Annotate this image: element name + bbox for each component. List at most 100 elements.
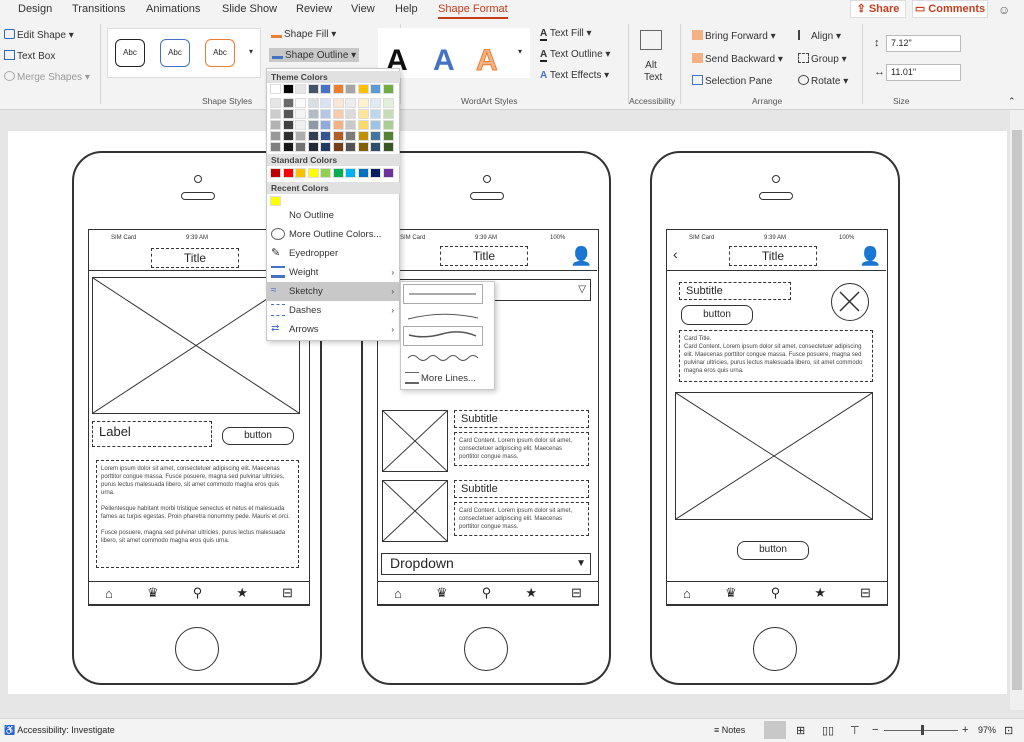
standard-color-swatch[interactable] xyxy=(282,168,294,178)
star-icon[interactable]: ★ xyxy=(814,585,826,601)
theme-color-swatch[interactable] xyxy=(345,98,356,108)
fit-to-window-icon[interactable]: ⊡ xyxy=(1004,724,1013,737)
theme-color-swatch[interactable] xyxy=(270,109,281,119)
bring-forward-button[interactable]: Bring Forward ▾ xyxy=(692,30,776,42)
close-circle-icon[interactable] xyxy=(831,283,869,321)
standard-color-swatch[interactable] xyxy=(320,168,331,178)
home-button[interactable] xyxy=(175,627,219,671)
theme-color-swatch[interactable] xyxy=(307,84,319,94)
standard-color-swatch[interactable] xyxy=(357,168,369,178)
standard-color-swatch[interactable] xyxy=(370,168,381,178)
eyedropper-item[interactable]: ✎ Eyedropper xyxy=(267,244,400,263)
shape-width-field[interactable]: 11.01" xyxy=(886,64,961,81)
normal-view-icon[interactable] xyxy=(764,721,786,739)
theme-color-swatch[interactable] xyxy=(307,142,319,152)
home-button[interactable] xyxy=(464,627,508,671)
shape-style-orange[interactable]: Abc xyxy=(205,39,235,67)
sketchy-style-straight[interactable] xyxy=(403,284,483,304)
theme-color-swatch[interactable] xyxy=(345,84,356,94)
collapse-ribbon-icon[interactable]: ⌃ xyxy=(1008,96,1016,107)
sketchy-style-curved[interactable] xyxy=(403,306,483,326)
theme-color-swatch[interactable] xyxy=(295,131,306,141)
theme-color-swatch[interactable] xyxy=(357,131,369,141)
theme-color-swatch[interactable] xyxy=(307,131,319,141)
theme-color-swatch[interactable] xyxy=(357,98,369,108)
star-icon[interactable]: ★ xyxy=(525,585,537,601)
theme-color-swatch[interactable] xyxy=(332,84,344,94)
sketch-button[interactable]: button xyxy=(681,305,753,325)
theme-color-swatch[interactable] xyxy=(282,120,294,130)
theme-color-swatch[interactable] xyxy=(307,109,319,119)
theme-color-swatch[interactable] xyxy=(270,142,281,152)
theme-color-swatch[interactable] xyxy=(295,109,306,119)
standard-color-swatch[interactable] xyxy=(382,168,394,178)
theme-color-swatch[interactable] xyxy=(382,98,394,108)
more-outline-colors-item[interactable]: More Outline Colors... xyxy=(267,225,400,244)
wordart-blue[interactable]: A xyxy=(433,44,455,78)
text-outline-button[interactable]: A Text Outline ▾ xyxy=(540,49,610,62)
wordart-more-icon[interactable]: ▾ xyxy=(518,47,522,56)
tab-transitions[interactable]: Transitions xyxy=(72,3,125,15)
alt-text-icon[interactable] xyxy=(640,30,662,50)
theme-color-swatch[interactable] xyxy=(282,109,294,119)
tab-help[interactable]: Help xyxy=(395,3,418,15)
notes-button[interactable]: ≡ Notes xyxy=(714,725,745,735)
theme-color-swatch[interactable] xyxy=(282,131,294,141)
home-button[interactable] xyxy=(753,627,797,671)
bottom-button[interactable]: button xyxy=(737,541,809,560)
theme-color-swatch[interactable] xyxy=(332,109,344,119)
no-outline-item[interactable]: No Outline xyxy=(267,206,400,225)
user-avatar-icon[interactable]: 👤 xyxy=(859,247,881,265)
shape-fill-button[interactable]: Shape Fill ▾ xyxy=(271,28,336,40)
tab-slide-show[interactable]: Slide Show xyxy=(222,3,277,15)
basket-icon[interactable]: ⊟ xyxy=(860,585,871,601)
theme-color-swatch[interactable] xyxy=(370,120,381,130)
selection-pane-button[interactable]: Selection Pane xyxy=(692,75,772,87)
shape-outline-button[interactable]: Shape Outline ▾ xyxy=(269,48,360,62)
search-icon[interactable]: ⚲ xyxy=(482,585,492,601)
vertical-scrollbar[interactable] xyxy=(1010,110,1024,710)
theme-color-swatch[interactable] xyxy=(320,84,331,94)
zoom-level[interactable]: 97% xyxy=(978,725,996,735)
wordart-orange[interactable]: A xyxy=(476,44,499,78)
rotate-button[interactable]: Rotate ▾ xyxy=(798,75,848,87)
theme-color-swatch[interactable] xyxy=(295,142,306,152)
feedback-smiley-icon[interactable]: ☺ xyxy=(998,3,1010,17)
home-icon[interactable]: ⌂ xyxy=(683,586,691,601)
tab-shape-format[interactable]: Shape Format xyxy=(438,3,508,19)
theme-color-swatch[interactable] xyxy=(370,142,381,152)
dropdown[interactable]: Dropdown ▼ xyxy=(381,553,591,575)
theme-color-swatch[interactable] xyxy=(270,84,281,94)
standard-color-swatch[interactable] xyxy=(345,168,356,178)
align-button[interactable]: Align ▾ xyxy=(798,30,841,42)
zoom-out-icon[interactable]: − xyxy=(872,724,878,736)
theme-color-swatch[interactable] xyxy=(345,142,356,152)
arrows-item[interactable]: ⇄ Arrows › xyxy=(267,320,400,339)
slide-sorter-icon[interactable]: ⊞ xyxy=(796,724,805,737)
theme-color-swatch[interactable] xyxy=(332,142,344,152)
theme-color-swatch[interactable] xyxy=(320,131,331,141)
accessibility-status[interactable]: ♿ Accessibility: Investigate xyxy=(4,725,115,736)
home-icon[interactable]: ⌂ xyxy=(394,586,402,601)
alt-text-button[interactable]: Alt Text xyxy=(644,60,662,84)
theme-color-swatch[interactable] xyxy=(370,98,381,108)
theme-color-swatch[interactable] xyxy=(357,109,369,119)
theme-color-swatch[interactable] xyxy=(345,131,356,141)
dashes-item[interactable]: Dashes › xyxy=(267,301,400,320)
theme-color-swatch[interactable] xyxy=(382,131,394,141)
standard-color-swatch[interactable] xyxy=(332,168,344,178)
theme-color-swatch[interactable] xyxy=(345,120,356,130)
crown-icon[interactable]: ♛ xyxy=(436,585,448,601)
theme-color-swatch[interactable] xyxy=(320,98,331,108)
theme-color-swatch[interactable] xyxy=(370,109,381,119)
gallery-more-icon[interactable]: ▾ xyxy=(249,47,253,56)
star-icon[interactable]: ★ xyxy=(236,585,248,601)
theme-color-swatch[interactable] xyxy=(295,98,306,108)
edit-shape-button[interactable]: Edit Shape ▾ xyxy=(4,29,74,41)
theme-color-swatch[interactable] xyxy=(320,142,331,152)
theme-color-swatch[interactable] xyxy=(307,98,319,108)
weight-item[interactable]: Weight › xyxy=(267,263,400,282)
sketchy-style-freehand[interactable] xyxy=(403,326,483,346)
theme-color-swatch[interactable] xyxy=(345,109,356,119)
tab-review[interactable]: Review xyxy=(296,3,332,15)
